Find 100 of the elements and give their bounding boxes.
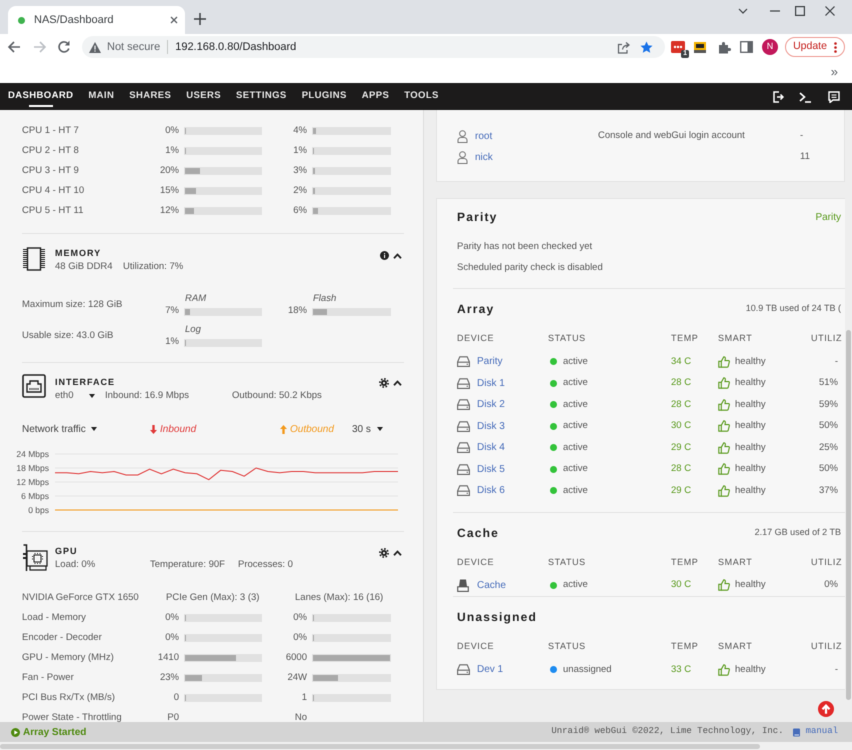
caret-up-icon[interactable]: [393, 380, 402, 386]
device-link[interactable]: Disk 6: [477, 483, 505, 498]
caret-up-icon[interactable]: [393, 550, 402, 556]
column-header: UTILIZ: [811, 641, 842, 652]
y-tick-label: 12 Mbps: [16, 477, 49, 487]
reading-text: 1%: [164, 335, 179, 350]
column-header: DEVICE: [457, 556, 494, 567]
smart-status: healthy: [735, 484, 766, 498]
nav-tab[interactable]: SETTINGS: [236, 83, 287, 110]
nav-tab[interactable]: TOOLS: [404, 83, 439, 110]
logout-icon[interactable]: [772, 90, 784, 102]
star-icon[interactable]: [640, 40, 653, 54]
extension-icon[interactable]: [693, 40, 707, 54]
back-icon[interactable]: [7, 40, 21, 54]
scrollbar-thumb[interactable]: [846, 330, 851, 700]
settings-icon[interactable]: [379, 378, 389, 388]
smart-status: healthy: [735, 419, 766, 434]
graphics-card-icon: [22, 544, 48, 572]
browser-tab[interactable]: NAS/Dashboard: [8, 6, 185, 34]
row-label: Power State - Throttling: [22, 710, 123, 722]
chat-icon[interactable]: [828, 90, 840, 102]
temperature-text: 28 C: [671, 398, 692, 410]
info-icon[interactable]: [380, 251, 389, 260]
temperature-text: 34 C: [671, 356, 692, 367]
nav-tab[interactable]: PLUGINS: [302, 83, 347, 110]
column-header: STATUS: [548, 333, 586, 344]
reading-text: 1410: [156, 650, 179, 665]
bookmarks-overflow-button[interactable]: »: [830, 64, 838, 78]
section-heading: Parity: [457, 209, 498, 226]
reading-text: 0%: [292, 610, 307, 625]
scrollbar-thumb[interactable]: [0, 744, 760, 748]
profile-button[interactable]: N: [762, 39, 778, 55]
plus-icon[interactable]: [194, 13, 206, 25]
y-tick-label: 18 Mbps: [16, 463, 49, 473]
close-icon[interactable]: [825, 6, 835, 16]
legend-label: Outbound: [290, 422, 334, 436]
nav-tab[interactable]: DASHBOARD: [8, 83, 74, 110]
side-panel-icon[interactable]: [740, 41, 753, 53]
write-count: 11: [800, 150, 810, 164]
column-header: DEVICE: [457, 641, 494, 652]
usage-text: 2.17 GB used of 2 TB: [754, 526, 841, 539]
thumbs-up-icon: [718, 579, 730, 592]
maximize-icon[interactable]: [795, 6, 805, 16]
nav-tab[interactable]: MAIN: [88, 83, 114, 110]
column-header: TEMP: [671, 556, 698, 567]
row-label: CPU 1 - HT 7: [22, 124, 80, 138]
temperature-text: 29 C: [671, 484, 692, 496]
device-link[interactable]: Disk 4: [477, 440, 505, 456]
reload-icon[interactable]: [57, 40, 71, 54]
row-label: CPU 5 - HT 11: [22, 204, 84, 218]
arrow-up-circle-icon[interactable]: [818, 700, 834, 716]
gpu-info-text: NVIDIA GeForce GTX 1650: [22, 590, 140, 605]
column-header: UTILIZ: [811, 333, 842, 344]
reading-text: 15%: [158, 184, 179, 198]
device-link[interactable]: Parity: [477, 354, 503, 370]
minimize-icon[interactable]: [770, 10, 780, 12]
device-link[interactable]: Disk 5: [477, 462, 505, 477]
thumbs-up-icon: [718, 356, 730, 368]
device-link[interactable]: Dev 1: [477, 662, 504, 678]
nav-tab[interactable]: SHARES: [129, 83, 172, 110]
dropdown-caret-icon: [376, 427, 383, 431]
manual-link[interactable]: manual: [806, 725, 838, 739]
tab-dot-icon: [18, 16, 25, 24]
chevron-down-icon[interactable]: [738, 8, 748, 14]
gpu-processes: Processes: 0: [238, 558, 293, 571]
device-link[interactable]: Disk 2: [477, 397, 505, 412]
utilization-text: 0%: [824, 578, 838, 592]
status-text: active: [563, 462, 588, 476]
size-text: Maximum size: 128 GiB: [22, 298, 124, 312]
row-label: CPU 4 - HT 10: [22, 184, 86, 198]
status-text: unassigned: [563, 662, 612, 677]
nav-tab[interactable]: APPS: [362, 83, 390, 110]
share-icon[interactable]: [617, 40, 630, 54]
device-link[interactable]: Cache: [477, 578, 506, 593]
user-link[interactable]: nick: [475, 150, 493, 165]
gpu-info-text: Lanes (Max): 16 (16): [295, 590, 384, 605]
terminal-icon[interactable]: [799, 90, 811, 102]
reading-text: 2%: [292, 184, 307, 198]
graph-select[interactable]: Network traffic: [22, 422, 97, 436]
settings-icon[interactable]: [379, 548, 389, 558]
extension-icon[interactable]: [671, 40, 685, 54]
column-header: STATUS: [548, 641, 586, 652]
temperature-text: 28 C: [671, 463, 692, 474]
port-select[interactable]: eth0: [55, 389, 95, 402]
address-bar[interactable]: Not secure 192.168.0.80/Dashboard: [82, 36, 665, 58]
caret-up-icon[interactable]: [393, 252, 402, 258]
reading-text: 7%: [164, 304, 179, 318]
memory-summary: 48 GiB DDR4: [55, 260, 114, 273]
parity-link[interactable]: Parity: [815, 210, 841, 224]
user-link[interactable]: root: [475, 129, 492, 144]
book-icon: [792, 728, 801, 736]
nav-tab[interactable]: USERS: [186, 83, 221, 110]
puzzle-icon[interactable]: [718, 40, 731, 54]
memory-icon: [22, 247, 46, 271]
device-link[interactable]: Disk 3: [477, 418, 505, 434]
reading-text: 3%: [292, 164, 307, 178]
interval-select[interactable]: 30 s: [352, 422, 383, 436]
device-link[interactable]: Disk 1: [477, 376, 505, 391]
update-button[interactable]: Update: [785, 37, 845, 57]
close-icon[interactable]: [170, 16, 178, 24]
